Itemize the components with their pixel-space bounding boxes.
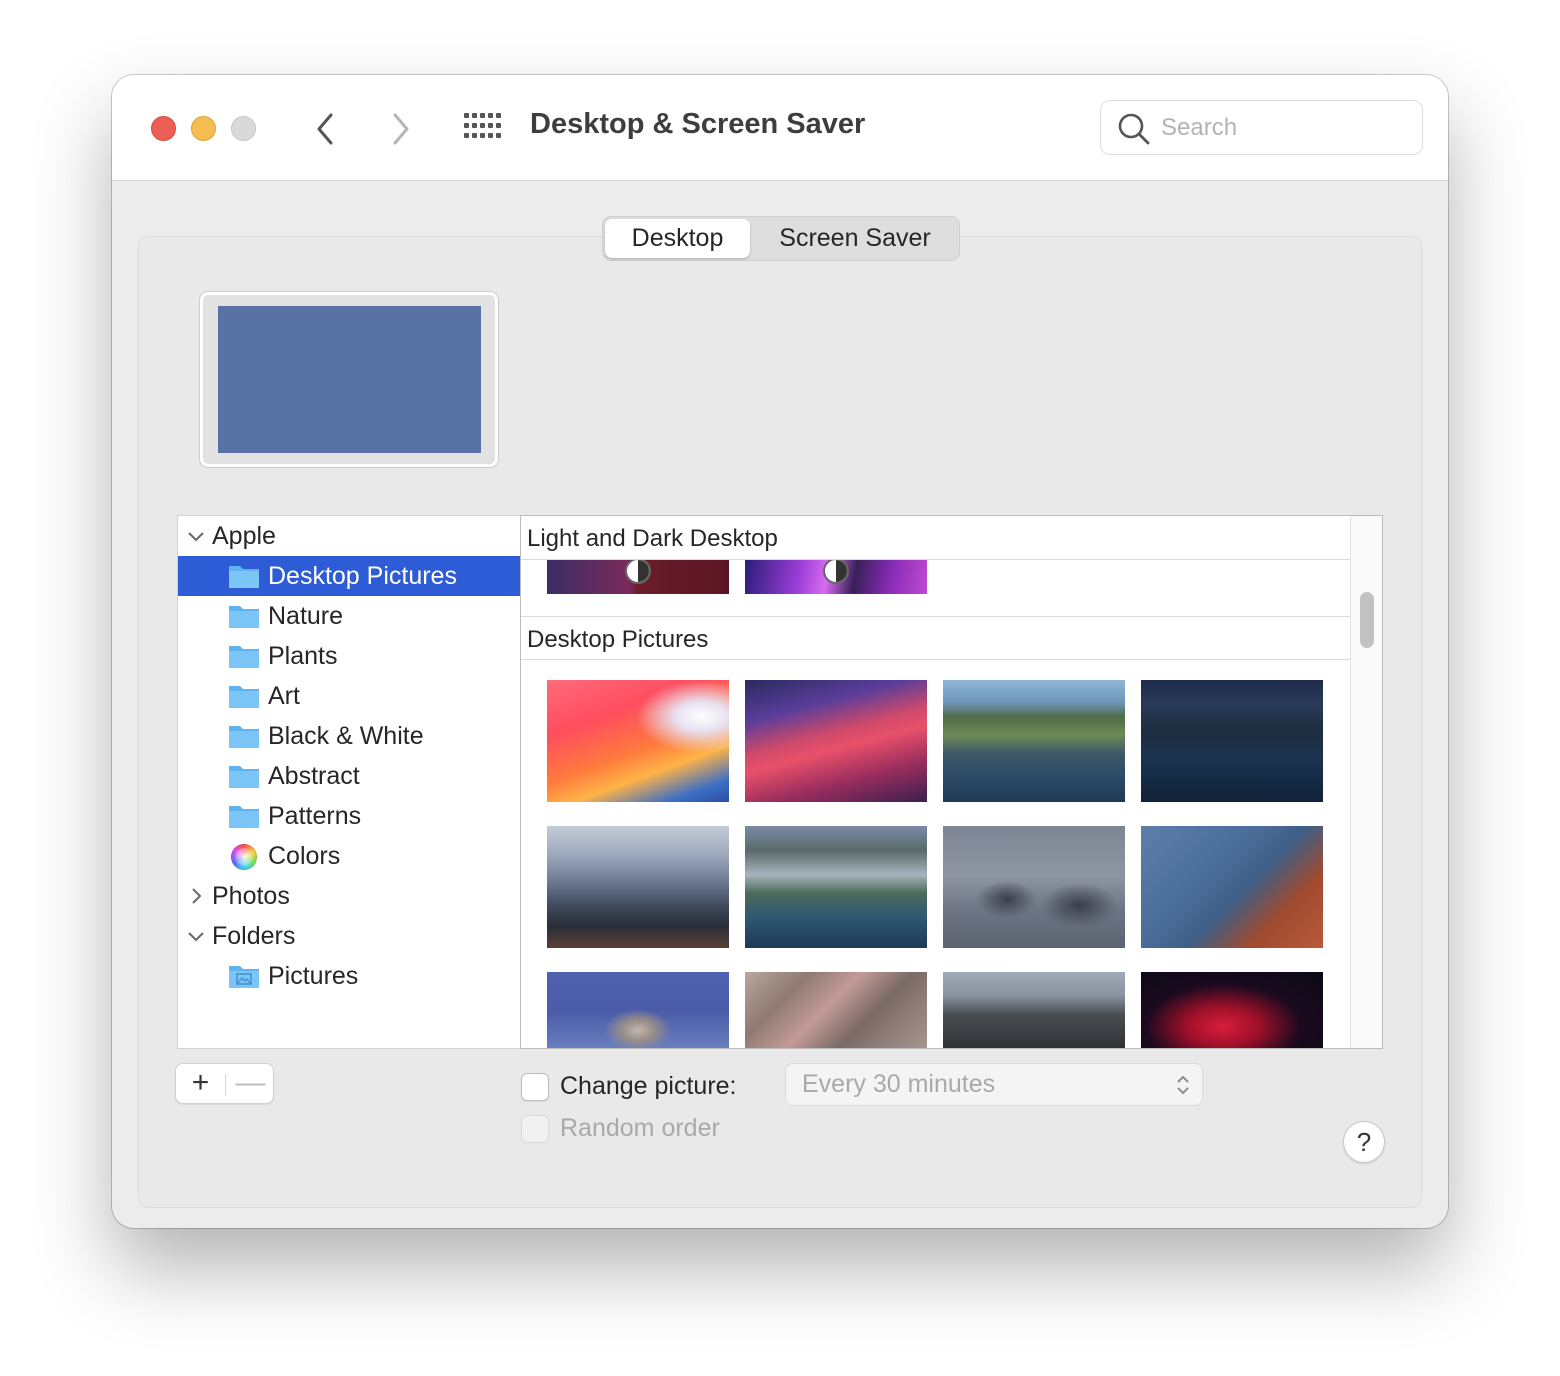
wallpaper-thumbnail[interactable] [547, 680, 729, 802]
minimize-window-button[interactable] [191, 116, 216, 141]
help-button[interactable]: ? [1343, 1121, 1385, 1163]
wallpaper-thumbnail[interactable] [1141, 826, 1323, 948]
sidebar-item-label: Desktop Pictures [268, 562, 457, 590]
random-order-checkbox[interactable] [521, 1115, 549, 1143]
folder-icon [229, 646, 259, 668]
sidebar-item-pictures[interactable]: Pictures [178, 956, 520, 996]
chevron-left-icon [317, 113, 333, 145]
change-picture-label: Change picture: [560, 1072, 737, 1100]
change-interval-popup[interactable]: Every 30 minutes [785, 1063, 1203, 1106]
sidebar-item-plants[interactable]: Plants [178, 636, 520, 676]
wallpaper-thumbnail[interactable] [547, 826, 729, 948]
section-header-light-dark: Light and Dark Desktop [521, 516, 1351, 560]
sidebar-item-label: Plants [268, 642, 338, 670]
search-input[interactable] [1161, 111, 1411, 145]
add-remove-control: + — [175, 1063, 274, 1104]
dynamic-wallpaper-icon [625, 560, 651, 584]
folder-icon [229, 606, 259, 628]
up-down-chevron-icon [1177, 1075, 1189, 1095]
wallpaper-thumbnail[interactable] [745, 972, 927, 1048]
wallpaper-thumbnail[interactable] [547, 972, 729, 1048]
preferences-window: Desktop & Screen Saver Desktop Screen Sa… [112, 75, 1448, 1228]
sidebar-item-label: Pictures [268, 962, 359, 990]
sidebar-item-label: Colors [268, 842, 341, 870]
remove-folder-button[interactable]: — [226, 1064, 275, 1105]
sidebar-item-label: Art [268, 682, 300, 710]
wallpaper-thumbnail[interactable] [1141, 680, 1323, 802]
random-order-label: Random order [560, 1114, 720, 1142]
sidebar-group-folders[interactable]: Folders [178, 916, 520, 956]
sidebar-group-apple[interactable]: Apple [178, 516, 520, 556]
wallpaper-thumbnail-big-sur-dynamic[interactable] [547, 560, 729, 594]
tab-control: Desktop Screen Saver [602, 216, 960, 261]
chevron-right-icon [393, 113, 409, 145]
sidebar-item-patterns[interactable]: Patterns [178, 796, 520, 836]
wallpaper-thumbnail-abstract-dynamic[interactable] [745, 560, 927, 594]
wallpaper-thumbnail[interactable] [943, 826, 1125, 948]
title-bar: Desktop & Screen Saver [112, 75, 1448, 181]
section-header-desktop-pictures: Desktop Pictures [521, 616, 1351, 660]
folder-icon [229, 686, 259, 708]
window-title: Desktop & Screen Saver [530, 108, 866, 140]
folder-icon [229, 806, 259, 828]
sidebar-group-photos[interactable]: Photos [178, 876, 520, 916]
sidebar-item-black-white[interactable]: Black & White [178, 716, 520, 756]
sidebar-item-label: Abstract [268, 762, 360, 790]
sidebar-item-abstract[interactable]: Abstract [178, 756, 520, 796]
picture-gallery: Light and Dark Desktop Desktop Pictures [520, 515, 1383, 1049]
sidebar-item-label: Patterns [268, 802, 362, 830]
wallpaper-thumbnail[interactable] [943, 680, 1125, 802]
change-interval-value: Every 30 minutes [802, 1070, 996, 1098]
chevron-down-icon[interactable] [186, 926, 206, 946]
sidebar-item-nature[interactable]: Nature [178, 596, 520, 636]
zoom-window-button[interactable] [231, 116, 256, 141]
show-all-button[interactable] [464, 113, 502, 143]
sidebar-item-art[interactable]: Art [178, 676, 520, 716]
folder-icon [229, 566, 259, 588]
dynamic-wallpaper-icon [823, 560, 849, 584]
change-picture-checkbox[interactable] [521, 1073, 549, 1101]
color-wheel-icon [231, 844, 257, 870]
sidebar-group-label: Photos [212, 882, 290, 910]
close-window-button[interactable] [151, 116, 176, 141]
back-button[interactable] [309, 109, 343, 149]
desktop-preview-image [218, 306, 481, 453]
tab-desktop[interactable]: Desktop [605, 219, 750, 258]
scrollbar-thumb[interactable] [1360, 592, 1374, 648]
pictures-folder-icon [229, 966, 259, 988]
wallpaper-thumbnail[interactable] [745, 680, 927, 802]
grid-icon [464, 113, 501, 138]
sidebar-item-label: Black & White [268, 722, 424, 750]
wallpaper-thumbnail[interactable] [943, 972, 1125, 1048]
search-field[interactable] [1100, 100, 1423, 155]
source-list: Apple Desktop Pictures Nature Plants Art… [177, 515, 521, 1049]
wallpaper-thumbnail[interactable] [745, 826, 927, 948]
chevron-down-icon[interactable] [186, 526, 206, 546]
sidebar-item-desktop-pictures[interactable]: Desktop Pictures [178, 556, 520, 596]
sidebar-group-label: Folders [212, 922, 296, 950]
sidebar-item-label: Nature [268, 602, 344, 630]
folder-icon [229, 766, 259, 788]
forward-button[interactable] [383, 109, 417, 149]
tab-screen-saver[interactable]: Screen Saver [753, 219, 957, 258]
folder-icon [229, 726, 259, 748]
search-icon [1118, 113, 1150, 145]
chevron-right-icon[interactable] [186, 886, 206, 906]
desktop-preview [200, 292, 498, 467]
wallpaper-thumbnail[interactable] [1141, 972, 1323, 1048]
sidebar-group-label: Apple [212, 522, 276, 550]
add-folder-button[interactable]: + [176, 1064, 225, 1105]
gallery-scrollbar[interactable] [1350, 516, 1382, 1048]
sidebar-item-colors[interactable]: Colors [178, 836, 520, 876]
